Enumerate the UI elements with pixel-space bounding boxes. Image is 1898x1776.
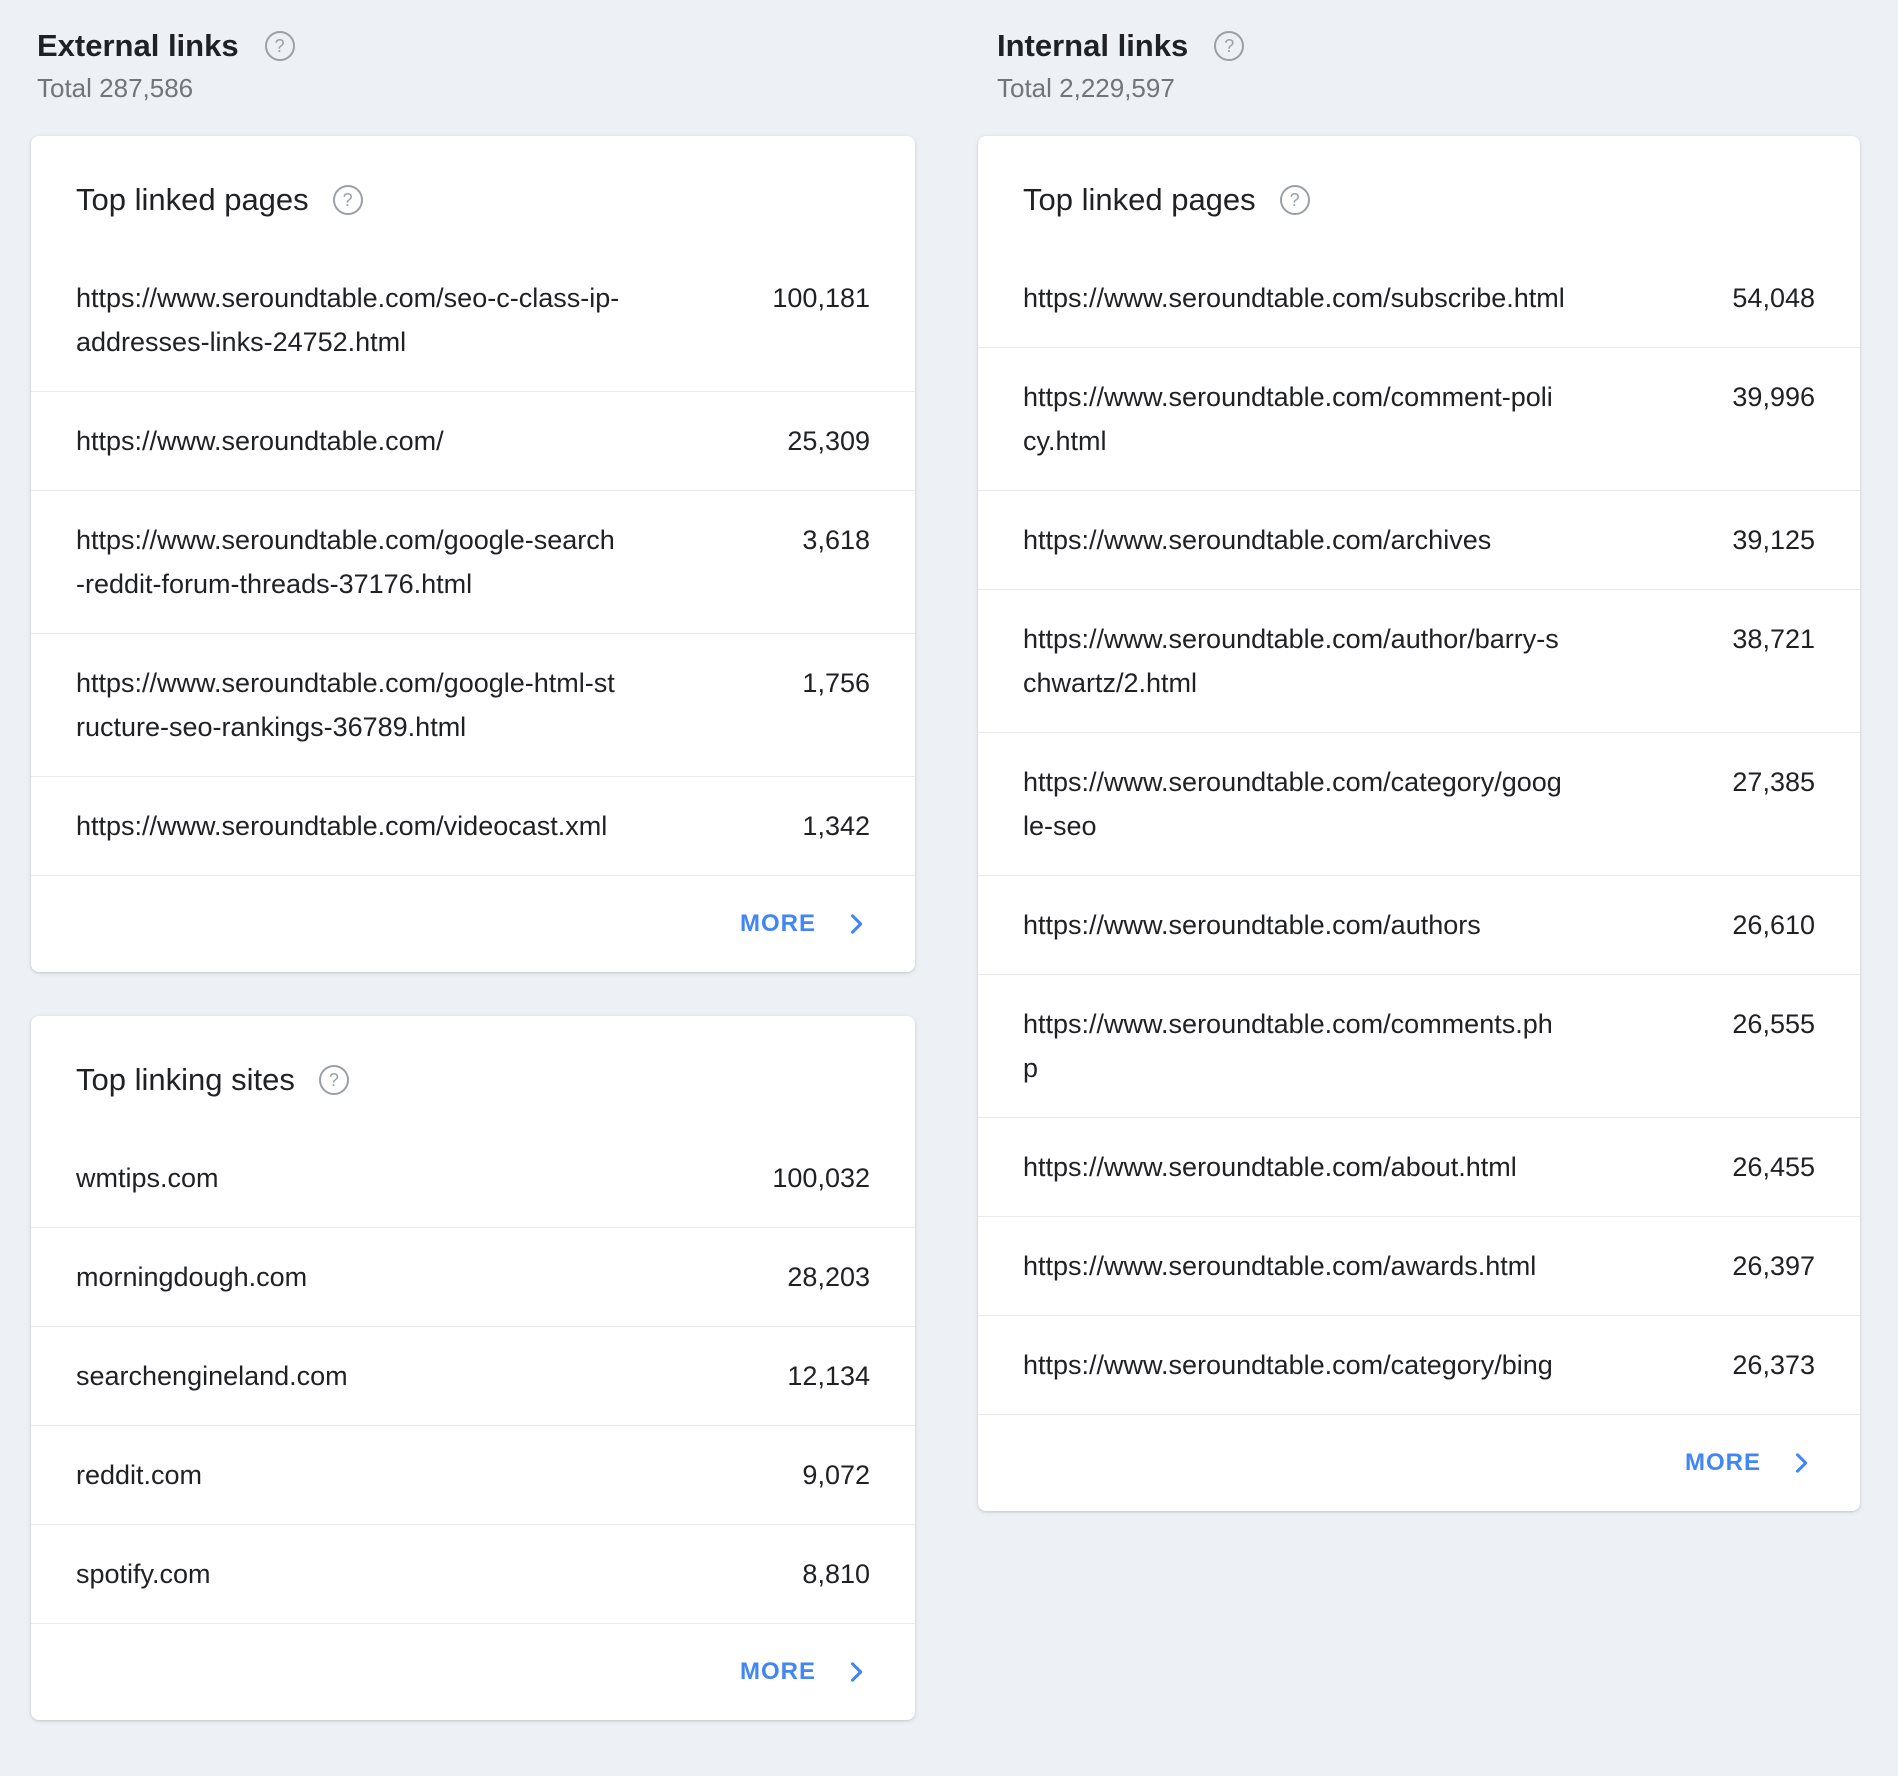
table-row[interactable]: https://www.seroundtable.com/ 25,309 — [31, 391, 915, 490]
row-value: 1,342 — [750, 804, 870, 848]
table-row[interactable]: https://www.seroundtable.com/archives 39… — [978, 490, 1860, 589]
card-title: Top linking sites — [76, 1058, 295, 1102]
row-value: 9,072 — [750, 1453, 870, 1497]
external-top-linking-sites-card: Top linking sites ? wmtips.com 100,032 m… — [31, 1016, 915, 1720]
table-row[interactable]: https://www.seroundtable.com/comment-pol… — [978, 347, 1860, 490]
row-url: https://www.seroundtable.com/about.html — [1023, 1145, 1695, 1189]
help-icon[interactable]: ? — [1214, 31, 1244, 61]
more-button[interactable]: MORE — [740, 1650, 870, 1694]
row-url: spotify.com — [76, 1552, 750, 1596]
table-row[interactable]: https://www.seroundtable.com/category/go… — [978, 732, 1860, 875]
table-row[interactable]: https://www.seroundtable.com/google-html… — [31, 633, 915, 776]
chevron-right-icon — [1787, 1449, 1815, 1477]
row-value: 1,756 — [750, 661, 870, 705]
more-button[interactable]: MORE — [740, 902, 870, 946]
chevron-right-icon — [842, 910, 870, 938]
row-value: 100,032 — [750, 1156, 870, 1200]
row-url: wmtips.com — [76, 1156, 750, 1200]
external-links-heading: External links — [37, 24, 239, 68]
chevron-right-icon — [842, 1658, 870, 1686]
row-url: https://www.seroundtable.com/google-sear… — [76, 518, 750, 606]
internal-top-linked-pages-card: Top linked pages ? https://www.seroundta… — [978, 136, 1860, 1511]
table-row[interactable]: https://www.seroundtable.com/seo-c-class… — [31, 249, 915, 391]
table-row[interactable]: https://www.seroundtable.com/author/barr… — [978, 589, 1860, 732]
row-value: 100,181 — [750, 276, 870, 320]
more-label: MORE — [740, 1650, 816, 1694]
table-row[interactable]: reddit.com 9,072 — [31, 1425, 915, 1524]
row-url: https://www.seroundtable.com/ — [76, 419, 750, 463]
table-row[interactable]: https://www.seroundtable.com/authors 26,… — [978, 875, 1860, 974]
row-value: 27,385 — [1695, 760, 1815, 804]
more-label: MORE — [1685, 1441, 1761, 1485]
row-url: https://www.seroundtable.com/archives — [1023, 518, 1695, 562]
row-url: https://www.seroundtable.com/authors — [1023, 903, 1695, 947]
row-value: 38,721 — [1695, 617, 1815, 661]
external-top-linked-pages-rows: https://www.seroundtable.com/seo-c-class… — [31, 249, 915, 875]
external-links-total: Total 287,586 — [37, 70, 915, 106]
row-url: reddit.com — [76, 1453, 750, 1497]
external-top-linked-pages-card: Top linked pages ? https://www.seroundta… — [31, 136, 915, 972]
external-links-column: External links ? Total 287,586 Top linke… — [31, 24, 915, 1764]
row-url: https://www.seroundtable.com/category/bi… — [1023, 1343, 1695, 1387]
row-url: https://www.seroundtable.com/subscribe.h… — [1023, 276, 1695, 320]
table-row[interactable]: morningdough.com 28,203 — [31, 1227, 915, 1326]
table-row[interactable]: https://www.seroundtable.com/videocast.x… — [31, 776, 915, 875]
row-value: 8,810 — [750, 1552, 870, 1596]
table-row[interactable]: spotify.com 8,810 — [31, 1524, 915, 1623]
row-value: 25,309 — [750, 419, 870, 463]
row-url: morningdough.com — [76, 1255, 750, 1299]
more-label: MORE — [740, 902, 816, 946]
internal-links-heading: Internal links — [997, 24, 1188, 68]
row-value: 26,373 — [1695, 1343, 1815, 1387]
row-url: https://www.seroundtable.com/comments.ph… — [1023, 1002, 1695, 1090]
table-row[interactable]: https://www.seroundtable.com/awards.html… — [978, 1216, 1860, 1315]
row-url: https://www.seroundtable.com/videocast.x… — [76, 804, 750, 848]
table-row[interactable]: https://www.seroundtable.com/about.html … — [978, 1117, 1860, 1216]
row-value: 39,996 — [1695, 375, 1815, 419]
more-button[interactable]: MORE — [1685, 1441, 1815, 1485]
row-url: https://www.seroundtable.com/author/barr… — [1023, 617, 1695, 705]
row-url: https://www.seroundtable.com/awards.html — [1023, 1244, 1695, 1288]
row-value: 26,397 — [1695, 1244, 1815, 1288]
row-value: 26,610 — [1695, 903, 1815, 947]
card-title: Top linked pages — [76, 178, 309, 222]
internal-top-linked-pages-rows: https://www.seroundtable.com/subscribe.h… — [978, 249, 1860, 1414]
help-icon[interactable]: ? — [265, 31, 295, 61]
row-value: 39,125 — [1695, 518, 1815, 562]
help-icon[interactable]: ? — [1280, 185, 1310, 215]
row-value: 54,048 — [1695, 276, 1815, 320]
internal-links-header: Internal links ? Total 2,229,597 — [978, 24, 1860, 106]
table-row[interactable]: https://www.seroundtable.com/google-sear… — [31, 490, 915, 633]
row-value: 26,455 — [1695, 1145, 1815, 1189]
row-url: https://www.seroundtable.com/category/go… — [1023, 760, 1695, 848]
table-row[interactable]: https://www.seroundtable.com/comments.ph… — [978, 974, 1860, 1117]
row-url: https://www.seroundtable.com/google-html… — [76, 661, 750, 749]
row-url: searchengineland.com — [76, 1354, 750, 1398]
row-url: https://www.seroundtable.com/comment-pol… — [1023, 375, 1695, 463]
table-row[interactable]: wmtips.com 100,032 — [31, 1129, 915, 1227]
table-row[interactable]: searchengineland.com 12,134 — [31, 1326, 915, 1425]
row-value: 12,134 — [750, 1354, 870, 1398]
row-value: 26,555 — [1695, 1002, 1815, 1046]
external-top-linking-sites-rows: wmtips.com 100,032 morningdough.com 28,2… — [31, 1129, 915, 1623]
row-value: 3,618 — [750, 518, 870, 562]
help-icon[interactable]: ? — [333, 185, 363, 215]
internal-links-total: Total 2,229,597 — [997, 70, 1860, 106]
table-row[interactable]: https://www.seroundtable.com/subscribe.h… — [978, 249, 1860, 347]
row-value: 28,203 — [750, 1255, 870, 1299]
external-links-header: External links ? Total 287,586 — [31, 24, 915, 106]
card-title: Top linked pages — [1023, 178, 1256, 222]
row-url: https://www.seroundtable.com/seo-c-class… — [76, 276, 750, 364]
help-icon[interactable]: ? — [319, 1065, 349, 1095]
internal-links-column: Internal links ? Total 2,229,597 Top lin… — [978, 24, 1860, 1555]
table-row[interactable]: https://www.seroundtable.com/category/bi… — [978, 1315, 1860, 1414]
